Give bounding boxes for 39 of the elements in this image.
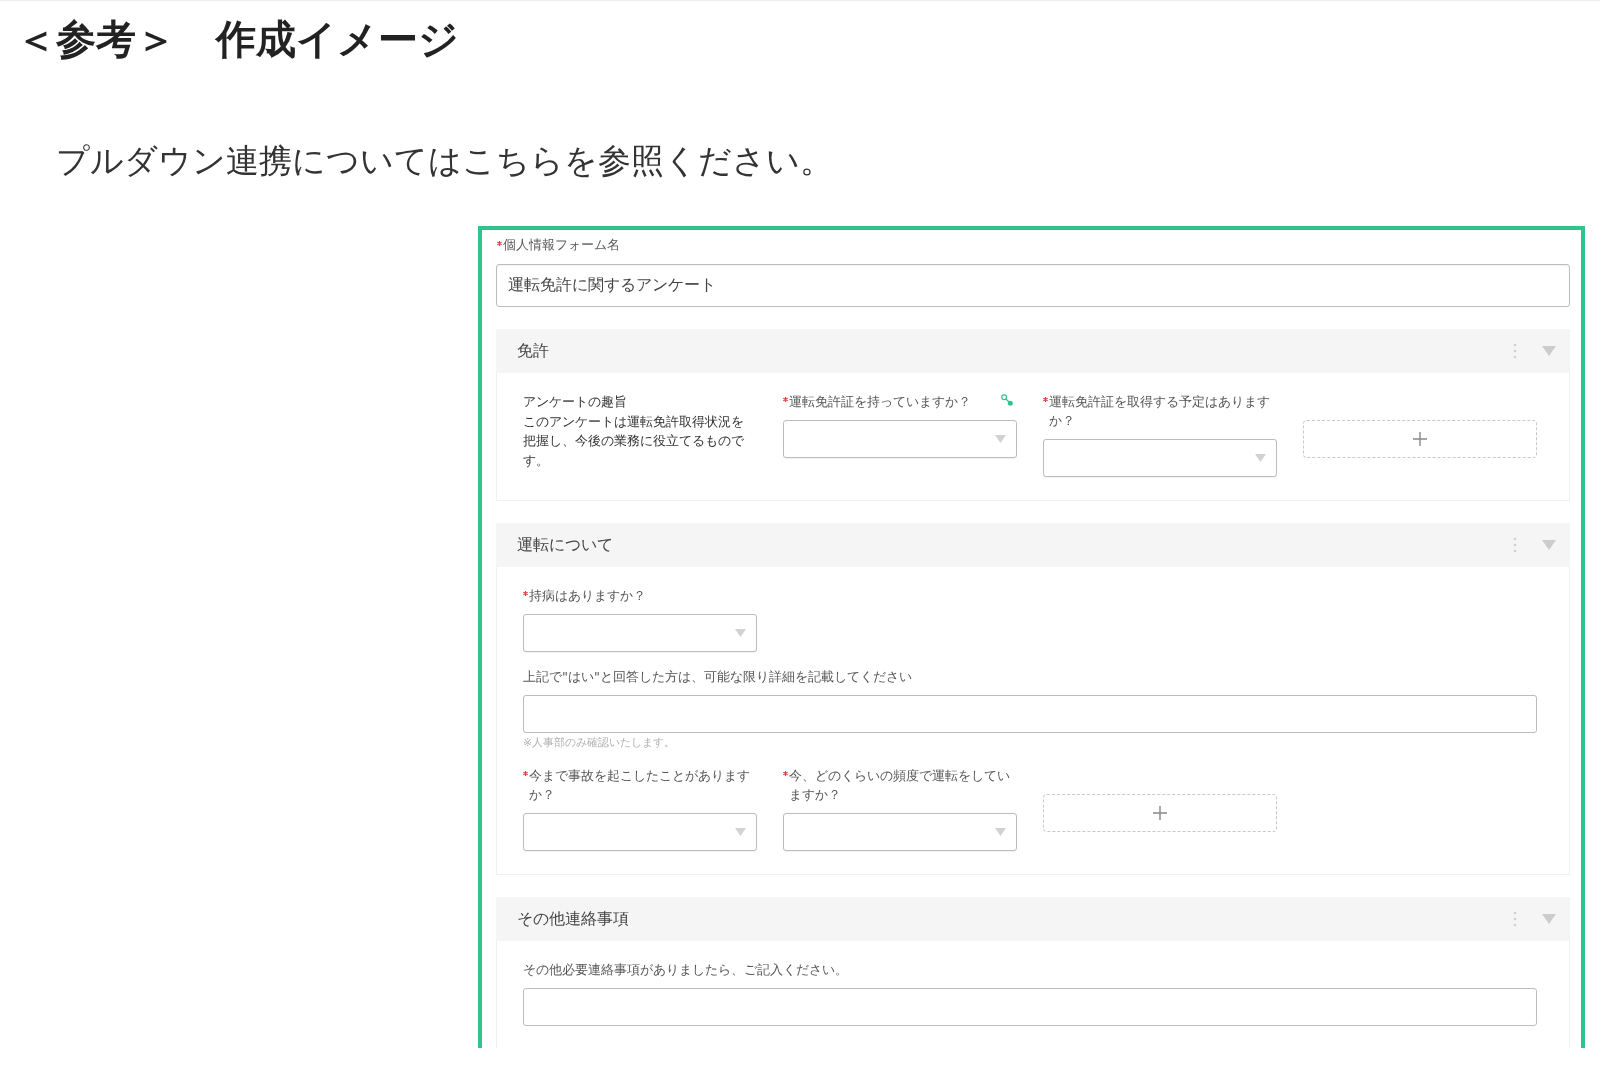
description-title: アンケートの趣旨 xyxy=(523,393,628,411)
field-label: 今、どのくらいの頻度で運転をしていますか？ xyxy=(789,767,1011,804)
caret-icon xyxy=(735,828,746,836)
field-label: 運転免許証を取得する予定はありますか？ xyxy=(1049,393,1271,430)
text-field[interactable] xyxy=(523,988,1537,1026)
instruction-text: プルダウン連携についてはこちらを参照ください。 xyxy=(56,141,833,181)
caret-icon xyxy=(1255,454,1266,462)
add-field-button[interactable] xyxy=(1043,794,1277,832)
description-text: このアンケートは運転免許取得状況を把握し、今後の業務に役立てるものです。 xyxy=(523,412,745,470)
dropdown-field[interactable] xyxy=(523,813,757,851)
plus-icon xyxy=(1153,806,1167,820)
caret-icon xyxy=(995,828,1006,836)
caret-icon xyxy=(735,629,746,637)
dropdown-field[interactable] xyxy=(783,813,1017,851)
dropdown-field[interactable] xyxy=(783,420,1017,458)
caret-icon[interactable] xyxy=(1542,346,1556,356)
section-title: 運転について xyxy=(517,534,613,556)
hint-text: ※人事部のみ確認いたします。 xyxy=(523,735,676,751)
kebab-menu-icon[interactable] xyxy=(1513,343,1517,359)
add-field-button[interactable] xyxy=(1303,420,1537,458)
kebab-menu-icon[interactable] xyxy=(1513,911,1517,927)
page-heading: ＜参考＞ 作成イメージ xyxy=(16,15,459,63)
field-label: その他必要連絡事項がありましたら、ご記入ください。 xyxy=(523,961,848,979)
field-label: 今まで事故を起こしたことがありますか？ xyxy=(529,767,751,804)
field-label: 個人情報フォーム名 xyxy=(503,236,620,253)
field-label: 持病はありますか？ xyxy=(529,587,647,605)
caret-icon[interactable] xyxy=(1542,914,1556,924)
text-field[interactable]: 運転免許に関するアンケート xyxy=(496,264,1570,307)
dropdown-field[interactable] xyxy=(523,614,757,652)
kebab-menu-icon[interactable] xyxy=(1513,537,1517,553)
section-title: 免許 xyxy=(517,340,549,362)
section-title: その他連絡事項 xyxy=(517,908,629,930)
plus-icon xyxy=(1413,432,1427,446)
caret-icon[interactable] xyxy=(1542,540,1556,550)
caret-icon xyxy=(995,435,1006,443)
field-label: 上記で"はい"と回答した方は、可能な限り詳細を記載してください xyxy=(523,668,912,686)
field-label: 運転免許証を持っていますか？ xyxy=(789,393,972,411)
text-field[interactable] xyxy=(523,695,1537,733)
dropdown-field[interactable] xyxy=(1043,439,1277,477)
